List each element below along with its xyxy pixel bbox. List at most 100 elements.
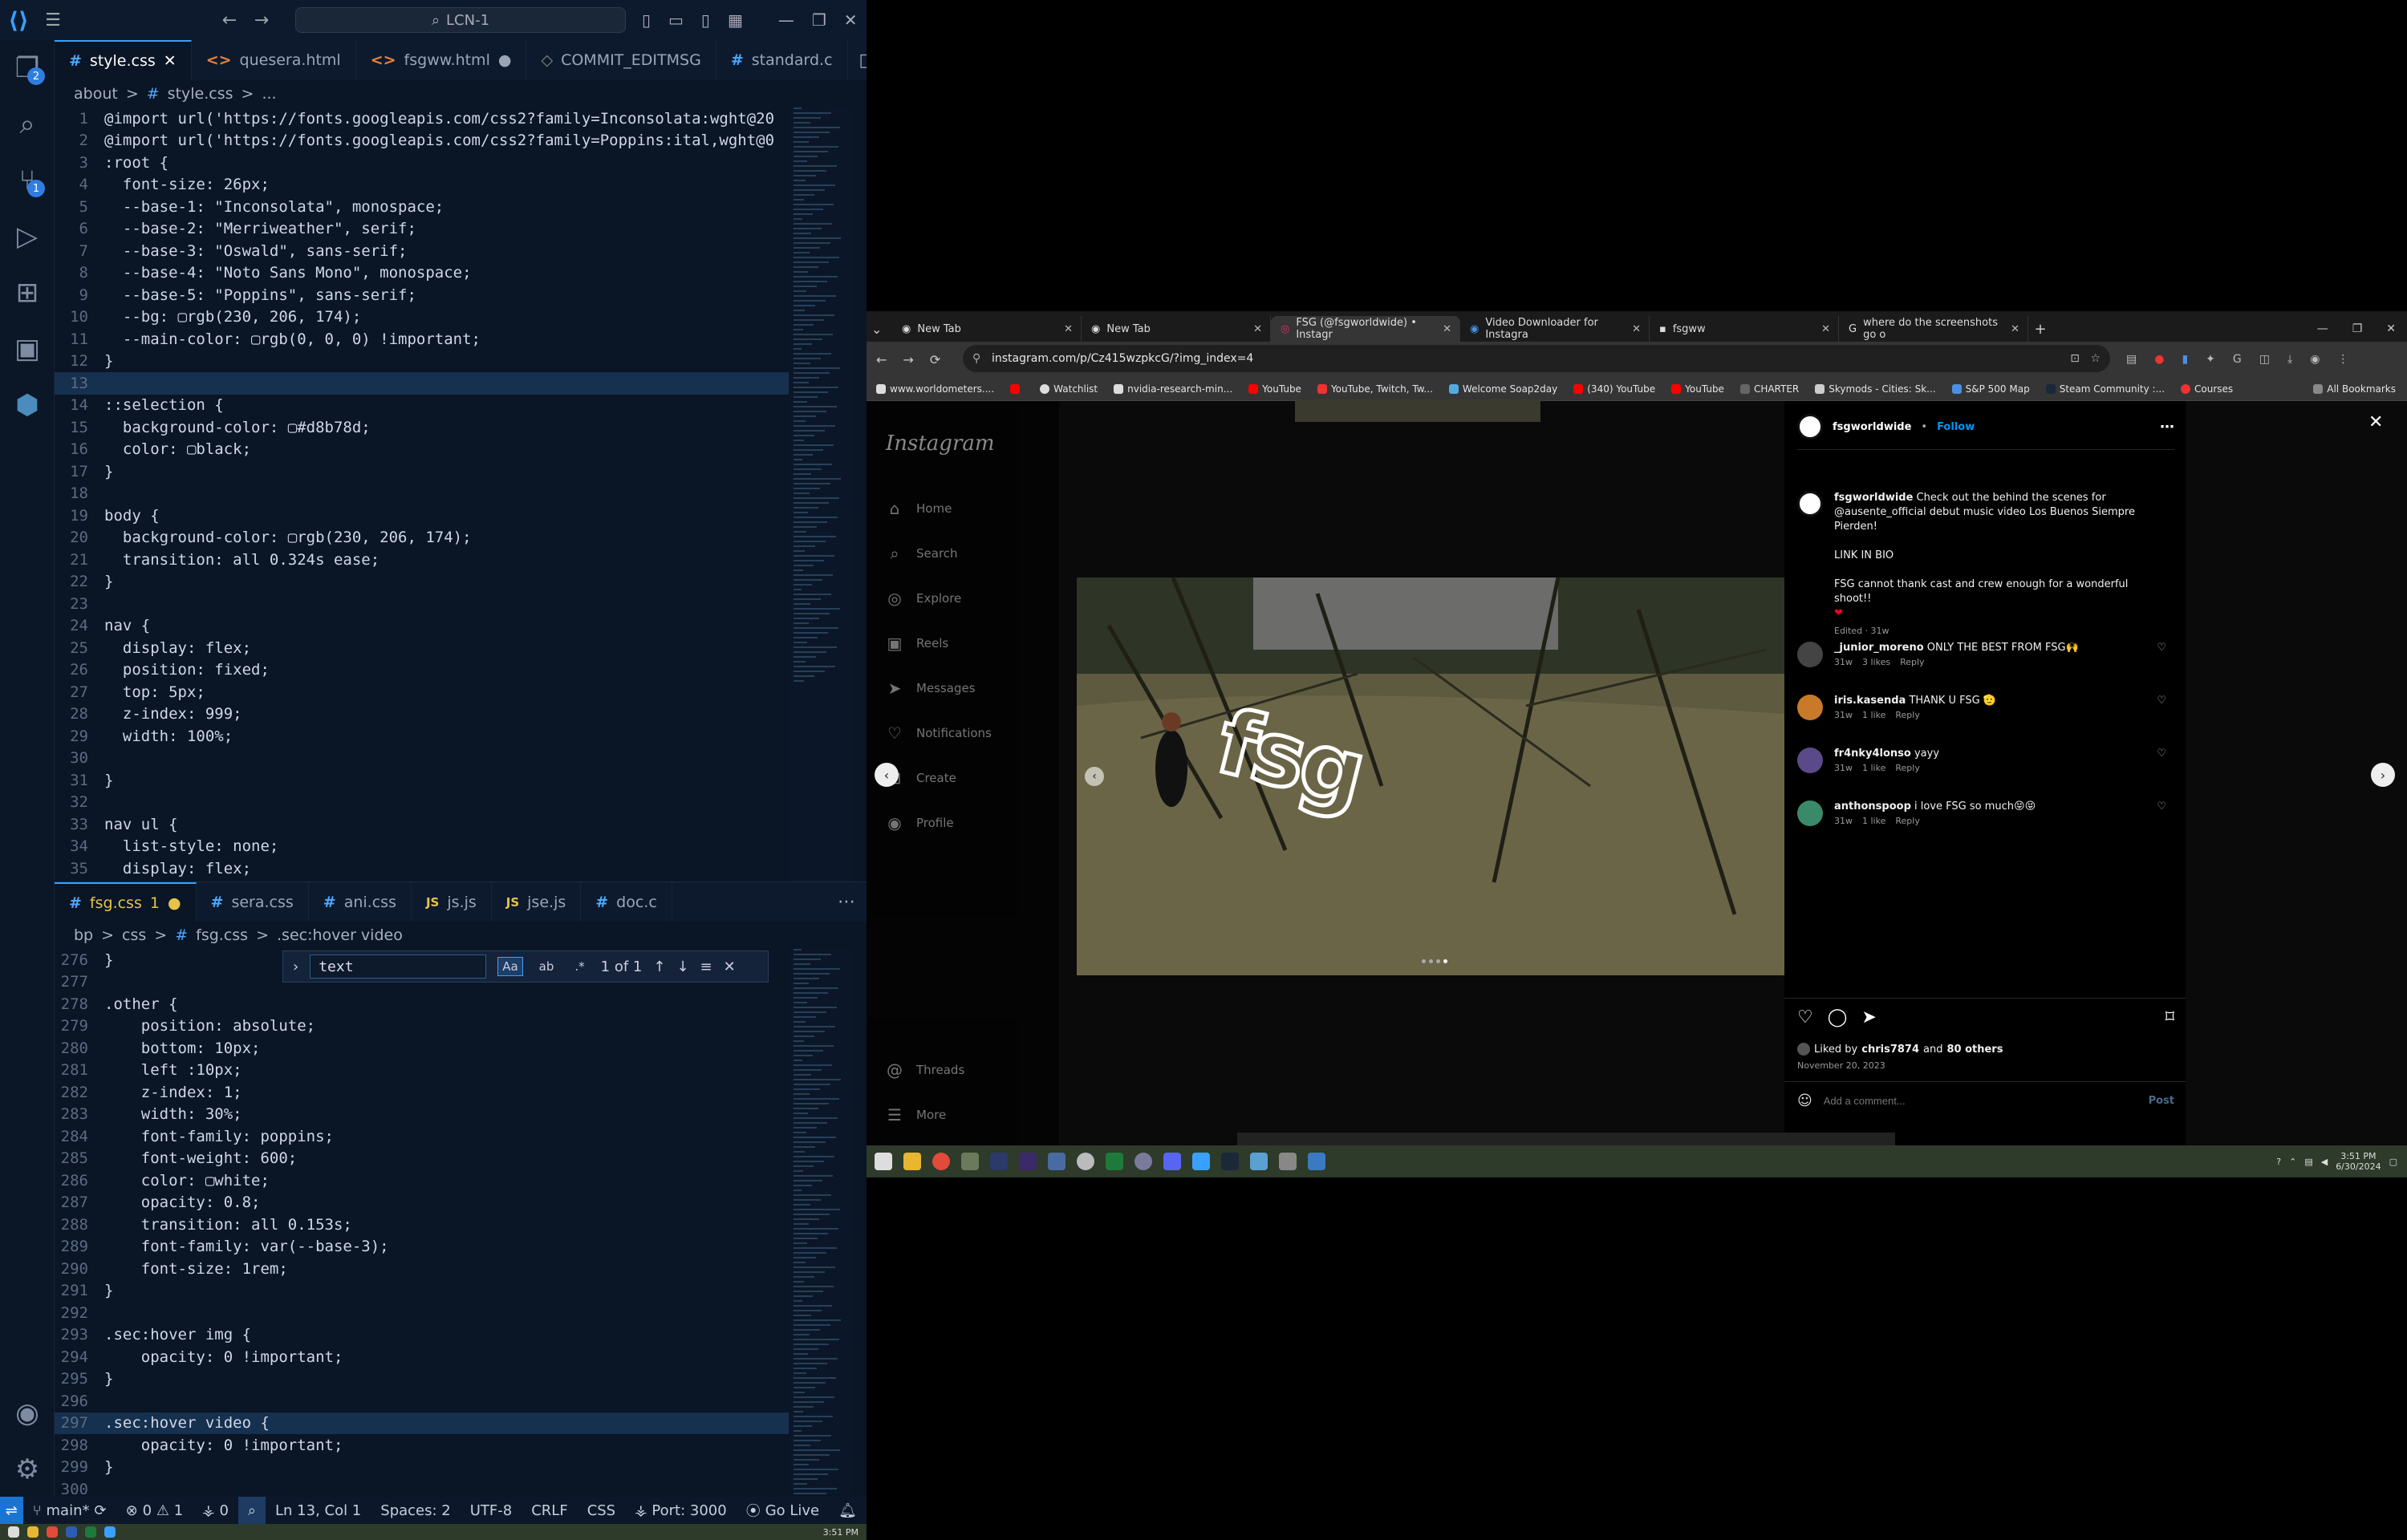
bookmark-item[interactable]: Welcome Soap2day	[1448, 383, 1557, 395]
like-heart-icon[interactable]: ♡	[1797, 1007, 1813, 1027]
nav-home[interactable]: ⌂ Home	[886, 499, 952, 518]
code-line[interactable]: 17}	[55, 460, 789, 483]
chrome-tab[interactable]: ◉ Video Downloader for Instagra ✕	[1460, 316, 1650, 342]
app-icon[interactable]	[1279, 1153, 1297, 1170]
tab-commit-editmsg[interactable]: ◇ COMMIT_EDITMSG	[526, 40, 716, 80]
find-in-selection-icon[interactable]: ≡	[700, 958, 712, 975]
code-line[interactable]: 284 font-family: poppins;	[55, 1125, 789, 1148]
chevron-right-icon[interactable]: ›	[293, 958, 298, 975]
nav-explore[interactable]: ◎ Explore	[886, 589, 961, 608]
nav-more[interactable]: ☰ More	[886, 1105, 946, 1125]
code-line[interactable]: 9 --base-5: "Poppins", sans-serif;	[55, 284, 789, 306]
comment-username[interactable]: anthonspoop	[1834, 800, 1911, 813]
file-explorer-icon[interactable]	[27, 1526, 39, 1538]
download-icon[interactable]: ⤓	[2287, 353, 2292, 366]
minimize-icon[interactable]: —	[2317, 322, 2328, 335]
match-case-button[interactable]: Aa	[497, 957, 523, 976]
reply-button[interactable]: Reply	[1895, 763, 1919, 773]
minimap[interactable]	[789, 107, 853, 881]
code-line[interactable]: 292	[55, 1302, 789, 1324]
close-window-icon[interactable]: ✕	[2386, 322, 2396, 335]
code-line[interactable]: 283 width: 30%;	[55, 1104, 789, 1126]
arrow-up-icon[interactable]: ↑	[653, 958, 665, 975]
code-line[interactable]: 4 font-size: 26px;	[55, 174, 789, 197]
code-line[interactable]: 297 .sec:hover video {	[55, 1412, 789, 1434]
photoshop-icon[interactable]	[66, 1526, 77, 1538]
forward-icon[interactable]: →	[246, 0, 278, 40]
close-icon[interactable]: ✕	[1064, 323, 1073, 335]
code-line[interactable]: 299}	[55, 1457, 789, 1479]
comment-username[interactable]: iris.kasenda	[1834, 695, 1906, 707]
nav-threads[interactable]: @ Threads	[886, 1060, 964, 1080]
code-line[interactable]: 28 z-index: 999;	[55, 703, 789, 726]
more-options-icon[interactable]: ⋯	[2160, 419, 2174, 436]
chrome-tab[interactable]: Gwhere do the screenshots go o ✕	[1839, 316, 2028, 342]
breadcrumb-item[interactable]: bp	[74, 926, 93, 944]
go-live-button[interactable]: ⦿ Go Live	[737, 1500, 829, 1521]
reply-button[interactable]: Reply	[1895, 710, 1919, 720]
vscode-taskbar-icon[interactable]	[104, 1526, 116, 1538]
bookmark-item[interactable]	[1010, 383, 1024, 394]
code-line[interactable]: 286 color: ▢white;	[55, 1169, 789, 1192]
forward-icon[interactable]: →	[903, 352, 913, 367]
more-actions-icon[interactable]: ⋯	[838, 892, 855, 912]
tab-search-icon[interactable]: ⌄	[871, 316, 887, 342]
code-line[interactable]: 6 --base-2: "Merriweather", serif;	[55, 218, 789, 241]
help-icon[interactable]: ?	[2276, 1157, 2281, 1167]
network-icon[interactable]: ▤	[2304, 1157, 2312, 1167]
code-line[interactable]: 32	[55, 792, 789, 814]
code-line[interactable]: 291}	[55, 1280, 789, 1303]
code-line[interactable]: 19 body {	[55, 505, 789, 527]
back-icon[interactable]: ←	[213, 0, 246, 40]
bookmark-item[interactable]: Courses	[2181, 383, 2233, 395]
breadcrumb-item[interactable]: style.css	[168, 85, 233, 103]
account-icon[interactable]: ◉	[0, 1385, 55, 1441]
indentation[interactable]: Spaces: 2	[371, 1502, 460, 1519]
code-line[interactable]: 24 nav {	[55, 615, 789, 638]
menu-kebab-icon[interactable]: ⋮	[2337, 353, 2348, 366]
avatar[interactable]	[1797, 695, 1823, 720]
search-icon[interactable]: ⌕	[0, 96, 55, 152]
nav-reels[interactable]: ▣ Reels	[886, 634, 949, 653]
chrome-tab-active[interactable]: ◎ FSG (@fsgworldwide) • Instagr ✕	[1271, 316, 1460, 342]
code-line[interactable]: 8 --base-4: "Noto Sans Mono", monospace;	[55, 262, 789, 285]
bookmark-item[interactable]: www.worldometers....	[876, 383, 994, 395]
premiere-icon[interactable]	[1019, 1153, 1037, 1170]
bookmark-item[interactable]: Steam Community :...	[2045, 383, 2165, 395]
reply-button[interactable]: Reply	[1900, 657, 1924, 667]
code-line[interactable]: 11 --main-color: ▢rgb(0, 0, 0) !importan…	[55, 328, 789, 351]
comment-likes[interactable]: 1 like	[1862, 710, 1885, 720]
liked-by-user[interactable]: chris7874	[1861, 1044, 1919, 1056]
close-icon[interactable]: ✕	[1632, 323, 1641, 335]
code-line[interactable]: 293 .sec:hover img {	[55, 1324, 789, 1347]
like-comment-heart-icon[interactable]: ♡	[2157, 695, 2166, 720]
code-line[interactable]: 288 transition: all 0.153s;	[55, 1214, 789, 1236]
code-line[interactable]: 1 @import url('https://fonts.googleapis.c…	[55, 107, 789, 130]
post-comment-button[interactable]: Post	[2149, 1095, 2174, 1107]
close-icon[interactable]: ✕	[724, 958, 736, 975]
avatar[interactable]	[1797, 748, 1823, 773]
breadcrumb-item[interactable]: fsg.css	[196, 926, 248, 944]
like-comment-heart-icon[interactable]: ♡	[2157, 800, 2166, 826]
chevron-up-icon[interactable]: ⌃	[2289, 1157, 2296, 1167]
code-line[interactable]: 285 font-weight: 600;	[55, 1148, 789, 1170]
nav-search[interactable]: ⌕ Search	[886, 544, 957, 563]
ports-status[interactable]: ⚶ 0	[193, 1502, 238, 1519]
code-line[interactable]: 20 background-color: ▢rgb(230, 206, 174)…	[55, 527, 789, 549]
code-line[interactable]: 278 .other {	[55, 993, 789, 1015]
code-line[interactable]: 16 color: ▢black;	[55, 439, 789, 461]
bookmark-item[interactable]: CHARTER	[1739, 383, 1799, 395]
language-mode[interactable]: CSS	[578, 1502, 625, 1519]
close-icon[interactable]: ✕	[1821, 323, 1830, 335]
extensions-puzzle-icon[interactable]: ✦	[2206, 353, 2215, 366]
extension-icon[interactable]: ▤	[2126, 353, 2137, 366]
code-line[interactable]: 25 display: flex;	[55, 637, 789, 659]
code-line[interactable]: 27 top: 5px;	[55, 681, 789, 703]
code-line[interactable]: 14::selection {	[55, 395, 789, 417]
bookmark-item[interactable]: nvidia-research-min...	[1114, 383, 1232, 395]
code-line[interactable]: 21 transition: all 0.324s ease;	[55, 549, 789, 571]
discord-icon[interactable]	[1163, 1153, 1181, 1170]
tab-doc[interactable]: # doc.c	[581, 882, 672, 922]
chrome-icon[interactable]	[47, 1526, 58, 1538]
tab-fsg-css[interactable]: # fsg.css 1 ●	[55, 882, 197, 922]
